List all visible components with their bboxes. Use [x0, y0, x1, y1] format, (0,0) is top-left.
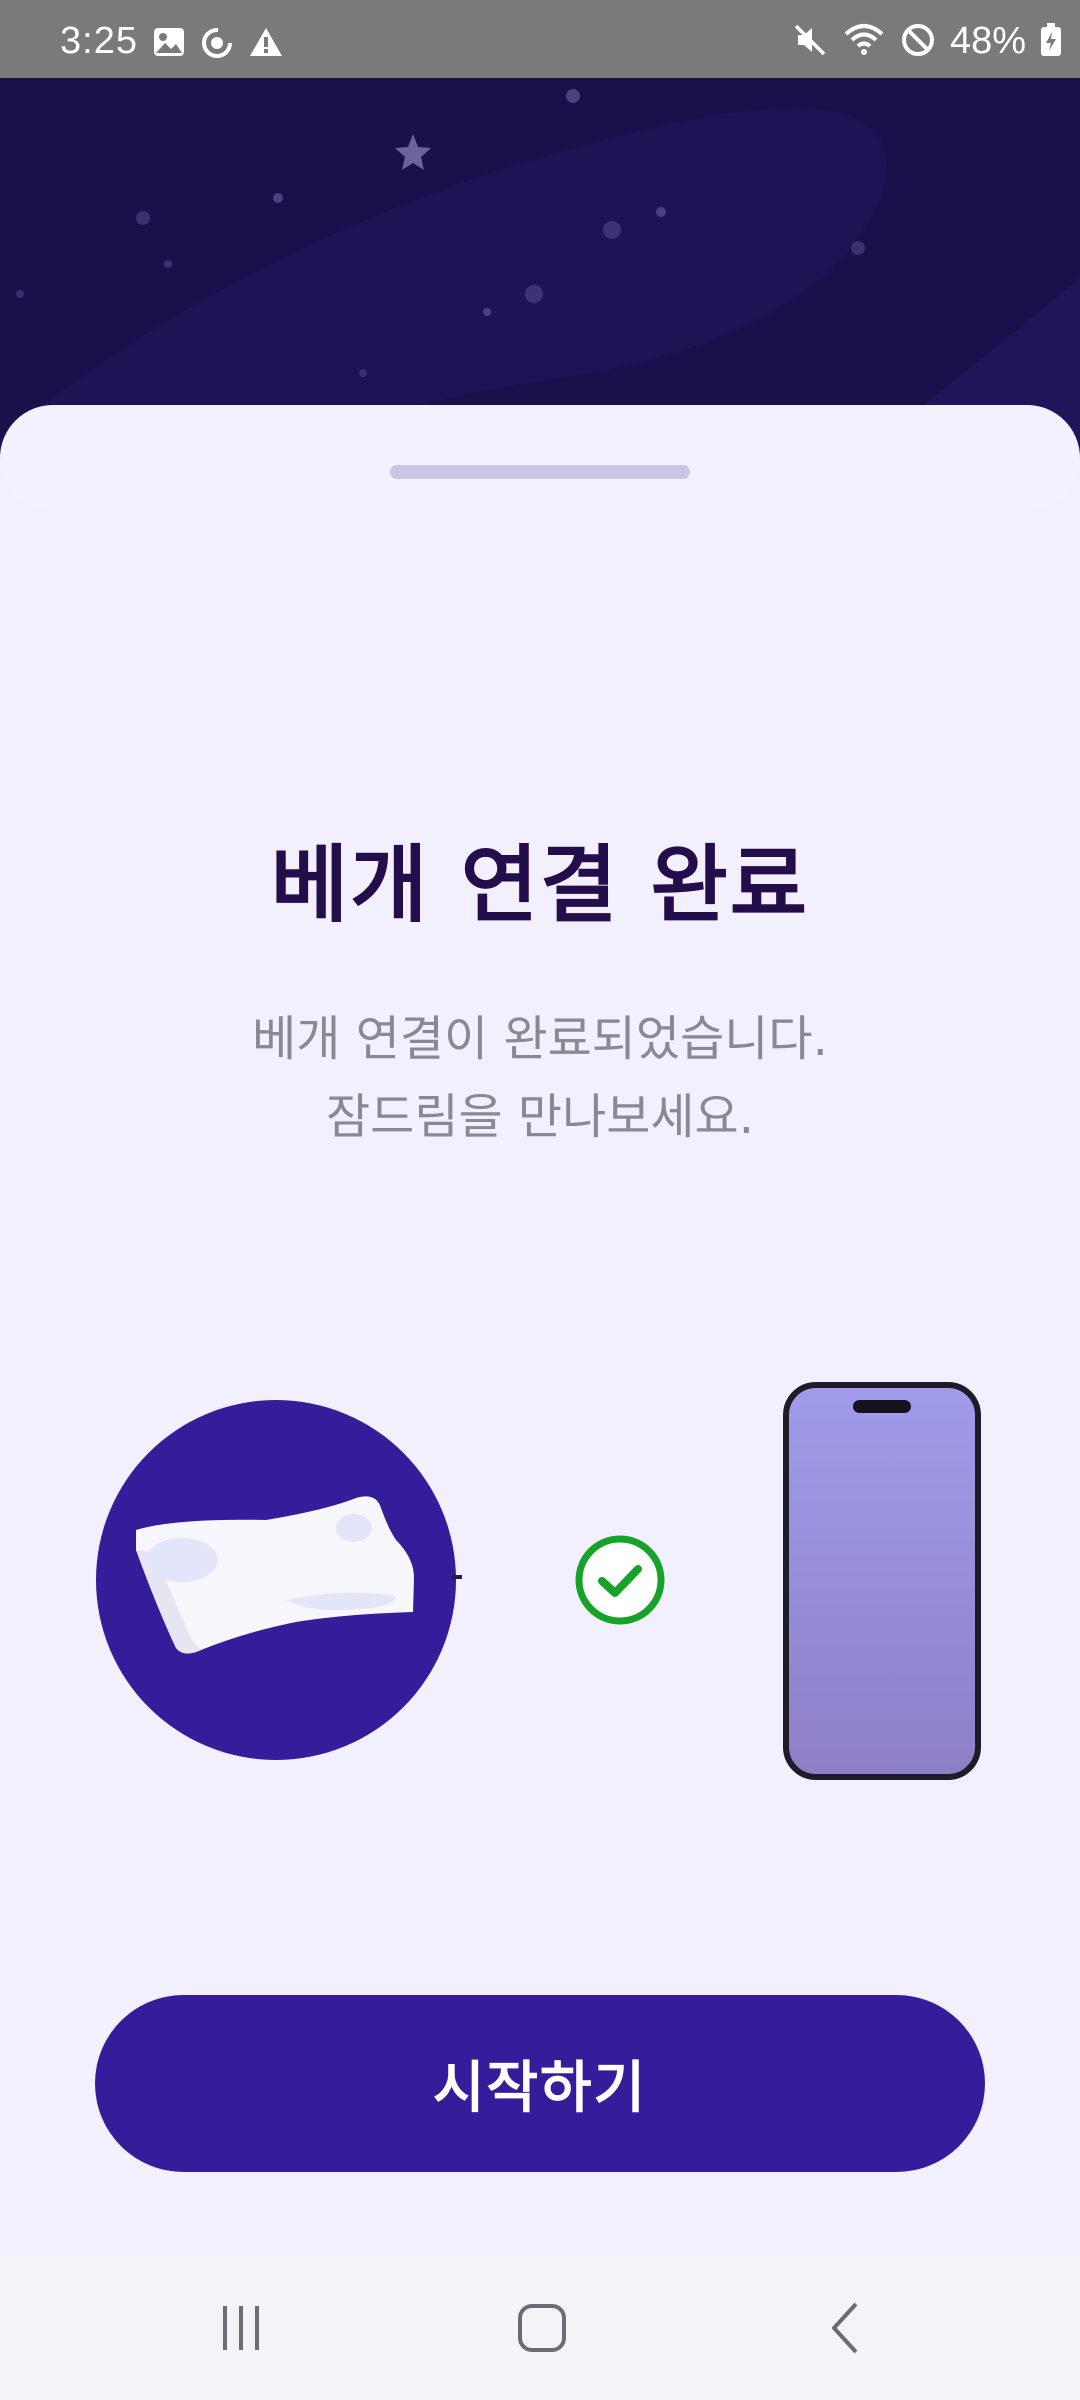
bottom-sheet: [0, 405, 1080, 2255]
bottom-sheet-header: [0, 405, 1080, 511]
mute-icon: [792, 22, 828, 62]
subtitle-line-2: 잠드림을 만나보세요.: [326, 1089, 754, 1145]
page-subtitle: 베개 연결이 완료되었습니다. 잠드림을 만나보세요.: [0, 1000, 1080, 1156]
battery-text: 48%: [949, 20, 1026, 62]
page-title: 베개 연결 완료: [270, 836, 810, 934]
status-time: 3:25: [60, 20, 138, 62]
sync-icon: [200, 26, 234, 64]
subtitle-line-1: 베개 연결이 완료되었습니다.: [252, 1011, 828, 1067]
pillow-icon: [136, 1496, 414, 1654]
back-icon: [832, 2302, 858, 2354]
status-bar: 3:25 48%: [0, 0, 1080, 78]
check-circle-icon: [573, 1533, 667, 1627]
home-button[interactable]: [482, 2286, 602, 2370]
warning-icon: [248, 26, 284, 64]
start-button[interactable]: 시작하기: [95, 1995, 985, 2172]
phone-icon: [783, 1382, 981, 1780]
battery-charging-icon: [1040, 22, 1062, 61]
image-icon: [152, 26, 186, 64]
status-left-icons: [152, 26, 284, 64]
pillow-badge: [96, 1400, 456, 1760]
connector-line: [452, 1575, 462, 1579]
do-not-disturb-icon: [900, 22, 936, 62]
drag-handle[interactable]: [390, 465, 690, 479]
screen: 3:25 48% 베개 연결 완료 베개 연결이 완료되었습니다. 잠드림을 만…: [0, 0, 1080, 2400]
navigation-bar: [0, 2256, 1080, 2400]
wifi-icon: [842, 22, 886, 62]
recent-apps-button[interactable]: [181, 2286, 301, 2370]
recent-apps-icon: [223, 2306, 259, 2350]
status-right: 48%: [792, 20, 1062, 63]
back-button[interactable]: [786, 2286, 906, 2370]
home-icon: [518, 2304, 566, 2352]
